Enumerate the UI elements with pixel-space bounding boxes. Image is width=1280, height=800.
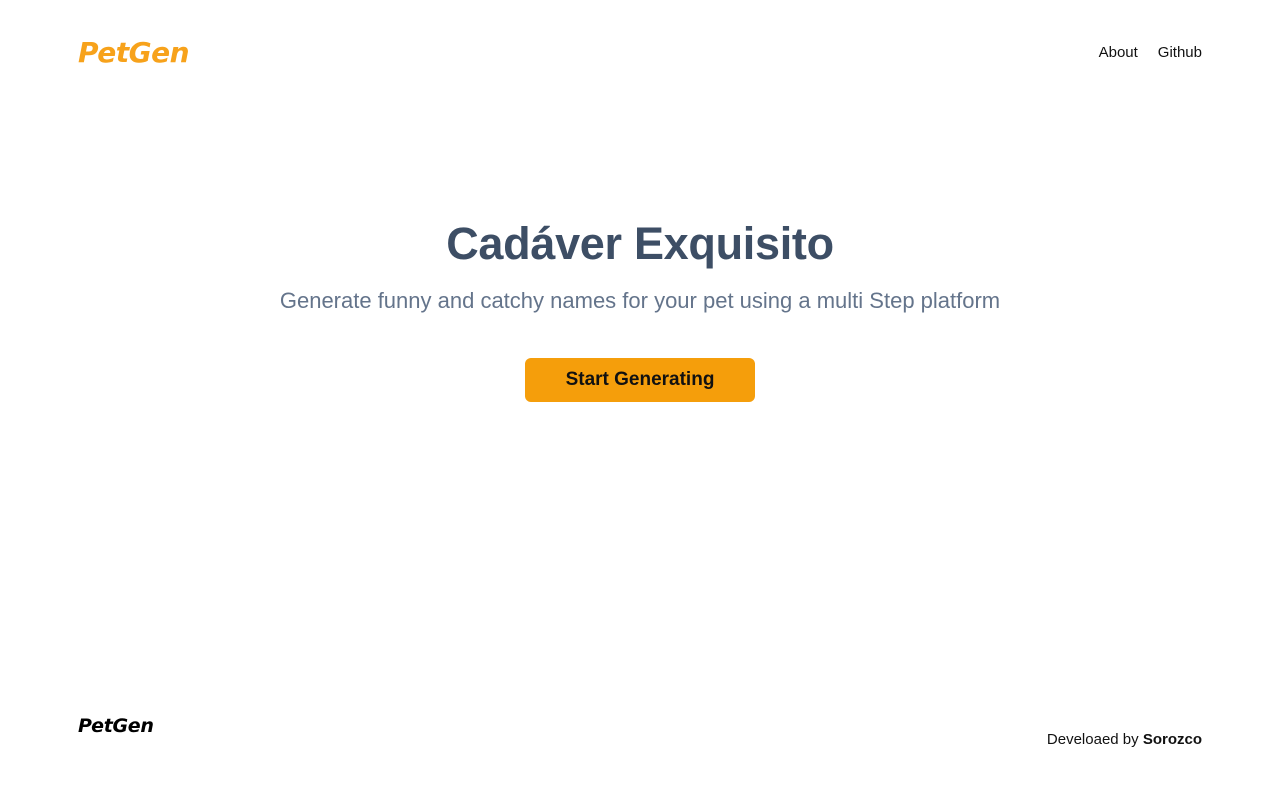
top-nav: About Github	[1099, 44, 1202, 61]
nav-link-about[interactable]: About	[1099, 44, 1138, 61]
hero-title: Cadáver Exquisito	[446, 218, 834, 269]
footer-credit: Develoaed by Sorozco	[1047, 731, 1202, 748]
page: PetGen About Github Cadáver Exquisito Ge…	[0, 0, 1280, 800]
nav-link-github[interactable]: Github	[1158, 44, 1202, 61]
site-footer: PetGen Develoaed by Sorozco	[78, 712, 1202, 762]
footer-credit-author[interactable]: Sorozco	[1143, 731, 1202, 748]
footer-logo: PetGen	[78, 715, 154, 737]
start-generating-button[interactable]: Start Generating	[525, 358, 755, 402]
brand-logo[interactable]: PetGen	[78, 39, 190, 67]
footer-credit-prefix: Develoaed by	[1046, 731, 1139, 748]
hero-subtitle: Generate funny and catchy names for your…	[279, 288, 1001, 313]
site-header: PetGen About Github	[78, 30, 1202, 76]
hero-section: Cadáver Exquisito Generate funny and cat…	[0, 212, 1280, 402]
